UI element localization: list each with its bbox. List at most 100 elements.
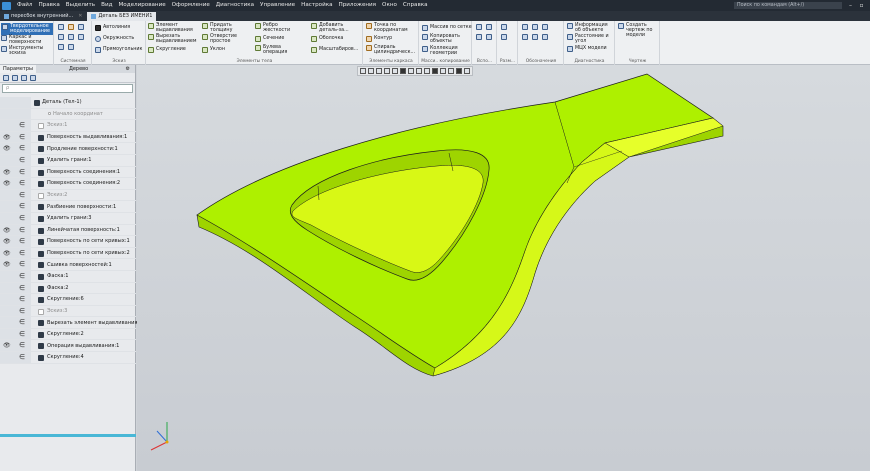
relations-icon[interactable]: ∈ [19,318,25,326]
relations-icon[interactable]: ∈ [19,214,25,222]
tree-filter-icon[interactable] [3,74,9,81]
draft-button[interactable]: Уклон [202,47,225,53]
tree-item[interactable]: 👁 ∈ Поверхность соединения:1 [0,166,136,179]
relations-icon[interactable]: ∈ [19,330,25,338]
text-note-icon[interactable] [542,34,548,40]
tree-item[interactable]: 👁 ∈ Сшивка поверхностей:1 [0,259,136,271]
tree-item[interactable]: 👁 ∈ Операция выдавливания:1 [0,340,136,353]
tolerance-icon[interactable] [542,24,548,30]
helix-button[interactable]: Спираль цилиндрическ... [366,45,416,55]
thicken-button[interactable]: Придать толщину [202,23,240,33]
relations-icon[interactable]: ∈ [19,121,25,129]
axis-icon[interactable] [486,24,492,30]
visibility-eye-icon[interactable]: 👁 [3,261,11,268]
part-model-view[interactable] [137,65,870,471]
leader-icon[interactable] [532,24,538,30]
lcs-icon[interactable] [476,34,482,40]
relations-icon[interactable]: ∈ [19,202,25,210]
relations-icon[interactable]: ∈ [19,284,25,292]
tree-item[interactable]: 👁 ∈ Поверхность выдавливания:1 [0,131,136,144]
redo-icon[interactable] [78,34,84,40]
visibility-eye-icon[interactable]: 👁 [3,169,11,176]
tree-item[interactable]: ∈ Фаска:1 [0,270,136,283]
relations-icon[interactable]: ∈ [19,260,25,268]
menu-view[interactable]: Вид [98,0,115,11]
properties-icon[interactable] [58,44,64,50]
tree-item[interactable]: 👁 ∈ Продление поверхности:1 [0,143,136,155]
tree-item[interactable]: ∈ Разбиение поверхности:1 [0,201,136,213]
tab-document-2[interactable]: Деталь БЕЗ ИМЕНИ1 [87,12,157,21]
tree-item[interactable]: 👁 ∈ Поверхность соединения:2 [0,178,136,190]
relations-icon[interactable]: ∈ [19,226,25,234]
relations-icon[interactable]: ∈ [19,133,25,141]
relations-icon[interactable]: ∈ [19,168,25,176]
gear-icon[interactable]: ⚙ [123,65,133,73]
undo-icon[interactable] [68,34,74,40]
visibility-eye-icon[interactable]: 👁 [3,227,11,234]
menu-file[interactable]: Файл [14,0,35,11]
tree-view-icon[interactable] [12,74,18,81]
point-coords-button[interactable]: Точка по координатам [366,23,414,33]
distance-angle-button[interactable]: Расстояние и угол [567,34,613,44]
relations-icon[interactable]: ∈ [19,191,25,199]
tree-item[interactable]: ∈ Скругление:2 [0,328,136,341]
plane-icon[interactable] [476,24,482,30]
tree-icon[interactable] [68,44,74,50]
menu-apps[interactable]: Приложения [336,0,380,11]
visibility-eye-icon[interactable]: 👁 [3,180,11,187]
tree-item[interactable]: Начало координат [0,108,136,121]
tree-item[interactable]: ∈ Эскиз:1 [0,120,136,132]
tab-tree[interactable]: Дерево [66,65,91,73]
tree-item[interactable]: ∈ Вырезать элемент выдавливания:1 [0,317,142,329]
sketch-tools-button[interactable]: Инструменты эскиза [1,46,51,56]
copy-objects-button[interactable]: Копировать объекты [422,34,466,44]
grid-array-button[interactable]: Массив по сетке [422,25,472,31]
relations-icon[interactable]: ∈ [19,249,25,257]
close-icon[interactable]: ✕ [78,12,82,21]
tree-item[interactable]: ∈ Эскиз:3 [0,305,136,318]
rib-button[interactable]: Ребро жесткости [255,23,293,33]
contour-button[interactable]: Контур [366,36,392,42]
hole-button[interactable]: Отверстие простое [202,34,240,44]
menu-help[interactable]: Справка [400,0,431,11]
object-info-button[interactable]: Информация об объекте [567,23,613,33]
visibility-eye-icon[interactable]: 👁 [3,250,11,257]
relations-icon[interactable]: ∈ [19,237,25,245]
tree-item[interactable]: 👁 ∈ Поверхность по сети кривых:2 [0,247,136,260]
rectangle-button[interactable]: Прямоугольник [95,47,142,53]
mass-props-button[interactable]: МЦХ модели [567,46,607,52]
circle-button[interactable]: Окружность [95,36,134,42]
relations-icon[interactable]: ∈ [19,341,25,349]
tab-parameters[interactable]: Параметры [0,65,36,73]
relations-icon[interactable]: ∈ [19,272,25,280]
solid-modeling-button[interactable]: Твердотельное моделирование [1,23,53,35]
maximize-icon[interactable]: ▫ [857,0,866,11]
tree-item[interactable]: ∈ Эскиз:2 [0,189,136,202]
menu-design[interactable]: Оформление [169,0,213,11]
open-icon[interactable] [68,24,74,30]
tab-document-1[interactable]: пересбок внутренний... ✕ [0,12,86,21]
menu-select[interactable]: Выделить [63,0,98,11]
shell-button[interactable]: Оболочка [311,36,343,42]
menu-manage[interactable]: Управление [257,0,298,11]
tree-search-input[interactable]: ρ [2,84,133,93]
tree-item[interactable]: 👁 ∈ Поверхность по сети кривых:1 [0,236,136,248]
angle-dim-icon[interactable] [501,34,507,40]
base-icon[interactable] [522,34,528,40]
relations-icon[interactable]: ∈ [19,307,25,315]
visibility-eye-icon[interactable]: 👁 [3,342,11,349]
tree-options-icon[interactable] [30,74,36,81]
tree-item[interactable]: ∈ Удалить грани:3 [0,212,136,225]
relations-icon[interactable]: ∈ [19,156,25,164]
menu-settings[interactable]: Настройка [298,0,335,11]
tree-item[interactable]: 👁 ∈ Линейчатая поверхность:1 [0,224,136,237]
relations-icon[interactable]: ∈ [19,353,25,361]
visibility-eye-icon[interactable]: 👁 [3,134,11,141]
create-drawing-button[interactable]: Создать чертеж по модели [618,23,660,38]
tree-item[interactable]: ∈ Скругление:6 [0,294,136,306]
mark-icon[interactable] [532,34,538,40]
cut-extrude-button[interactable]: Вырезать выдавливанием [148,34,196,44]
rollback-bar[interactable] [0,434,136,437]
new-icon[interactable] [58,24,64,30]
geometry-collection-button[interactable]: Коллекция геометрии [422,46,466,56]
